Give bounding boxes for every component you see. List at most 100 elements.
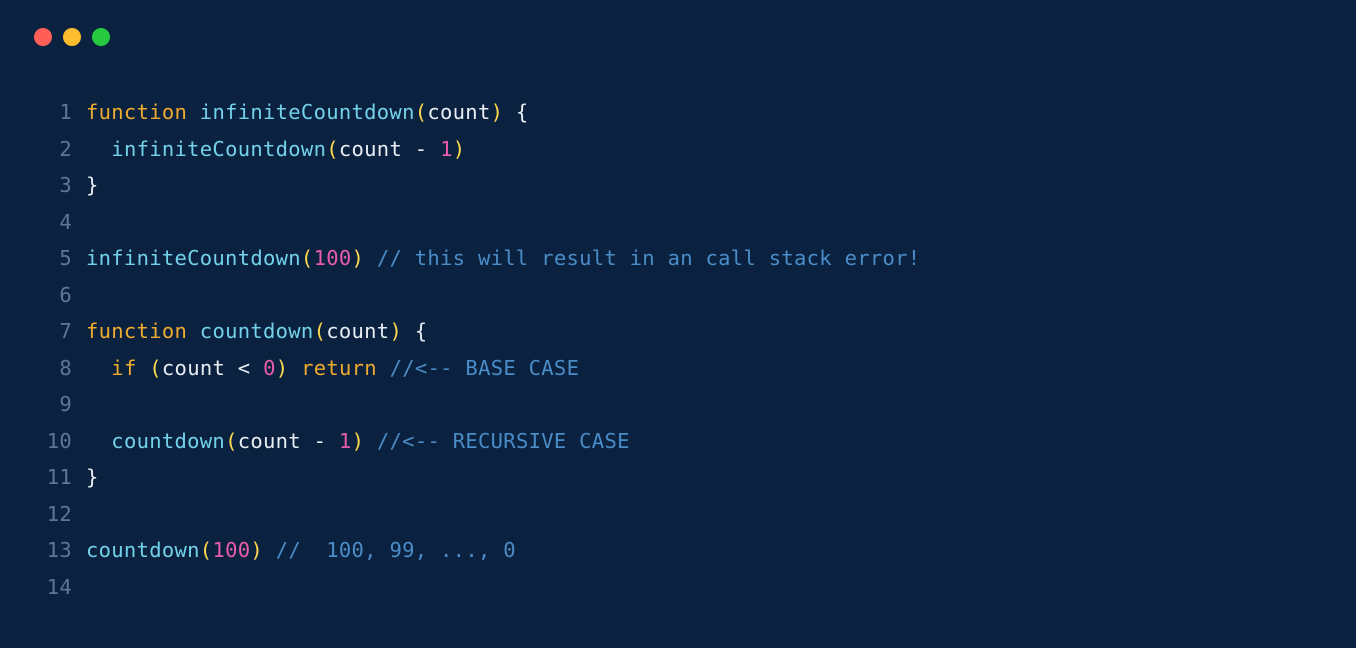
code-token: count: [162, 356, 225, 380]
code-token: [326, 429, 339, 453]
line-number: 2: [40, 131, 86, 168]
code-token: [364, 246, 377, 270]
code-token: [503, 100, 516, 124]
code-line[interactable]: 3}: [40, 167, 1356, 204]
code-token: ): [389, 319, 402, 343]
code-token: [86, 429, 111, 453]
code-token: [402, 319, 415, 343]
code-token: ): [352, 246, 365, 270]
line-number: 12: [40, 496, 86, 533]
code-line[interactable]: 12: [40, 496, 1356, 533]
code-token: [137, 356, 150, 380]
code-token: {: [516, 100, 529, 124]
code-token: [86, 356, 111, 380]
line-number: 6: [40, 277, 86, 314]
code-line[interactable]: 1function infiniteCountdown(count) {: [40, 94, 1356, 131]
code-token: }: [86, 173, 99, 197]
code-token: [427, 137, 440, 161]
code-token: [402, 137, 415, 161]
code-token: (: [301, 246, 314, 270]
line-content: infiniteCountdown(100) // this will resu…: [86, 240, 920, 277]
code-token: countdown: [86, 538, 200, 562]
code-editor[interactable]: 1function infiniteCountdown(count) {2 in…: [0, 46, 1356, 605]
line-content: countdown(100) // 100, 99, ..., 0: [86, 532, 516, 569]
code-token: 0: [263, 356, 276, 380]
code-token: [250, 356, 263, 380]
code-token: ): [250, 538, 263, 562]
code-token: infiniteCountdown: [111, 137, 326, 161]
line-content: }: [86, 167, 99, 204]
code-token: {: [415, 319, 428, 343]
code-token: [225, 356, 238, 380]
code-token: 1: [339, 429, 352, 453]
code-token: // this will result in an call stack err…: [377, 246, 921, 270]
line-number: 5: [40, 240, 86, 277]
code-line[interactable]: 5infiniteCountdown(100) // this will res…: [40, 240, 1356, 277]
window-controls: [0, 0, 1356, 46]
code-line[interactable]: 2 infiniteCountdown(count - 1): [40, 131, 1356, 168]
line-number: 10: [40, 423, 86, 460]
line-number: 11: [40, 459, 86, 496]
code-token: // 100, 99, ..., 0: [276, 538, 516, 562]
code-token: ): [491, 100, 504, 124]
minimize-icon[interactable]: [63, 28, 81, 46]
code-token: return: [301, 356, 377, 380]
line-content: function infiniteCountdown(count) {: [86, 94, 529, 131]
code-token: //<-- RECURSIVE CASE: [377, 429, 630, 453]
code-line[interactable]: 10 countdown(count - 1) //<-- RECURSIVE …: [40, 423, 1356, 460]
code-token: [187, 100, 200, 124]
code-token: ): [453, 137, 466, 161]
code-token: [364, 429, 377, 453]
code-token: -: [314, 429, 327, 453]
code-token: [86, 137, 111, 161]
code-line[interactable]: 8 if (count < 0) return //<-- BASE CASE: [40, 350, 1356, 387]
code-token: count: [326, 319, 389, 343]
code-token: (: [225, 429, 238, 453]
close-icon[interactable]: [34, 28, 52, 46]
line-content: countdown(count - 1) //<-- RECURSIVE CAS…: [86, 423, 630, 460]
line-number: 9: [40, 386, 86, 423]
code-token: [288, 356, 301, 380]
code-token: <: [238, 356, 251, 380]
line-number: 3: [40, 167, 86, 204]
code-token: if: [111, 356, 136, 380]
code-token: 100: [212, 538, 250, 562]
code-token: (: [200, 538, 213, 562]
code-token: [187, 319, 200, 343]
code-token: [301, 429, 314, 453]
code-line[interactable]: 13countdown(100) // 100, 99, ..., 0: [40, 532, 1356, 569]
line-number: 7: [40, 313, 86, 350]
code-token: 100: [314, 246, 352, 270]
maximize-icon[interactable]: [92, 28, 110, 46]
code-token: (: [149, 356, 162, 380]
line-number: 14: [40, 569, 86, 606]
code-token: infiniteCountdown: [200, 100, 415, 124]
code-token: [377, 356, 390, 380]
code-line[interactable]: 7function countdown(count) {: [40, 313, 1356, 350]
line-number: 8: [40, 350, 86, 387]
line-number: 4: [40, 204, 86, 241]
code-token: }: [86, 465, 99, 489]
line-number: 1: [40, 94, 86, 131]
code-token: count: [339, 137, 402, 161]
code-token: function: [86, 319, 187, 343]
code-token: countdown: [200, 319, 314, 343]
code-line[interactable]: 9: [40, 386, 1356, 423]
code-token: infiniteCountdown: [86, 246, 301, 270]
code-token: (: [415, 100, 428, 124]
line-content: function countdown(count) {: [86, 313, 427, 350]
code-token: count: [427, 100, 490, 124]
code-line[interactable]: 14: [40, 569, 1356, 606]
code-token: -: [415, 137, 428, 161]
code-line[interactable]: 6: [40, 277, 1356, 314]
code-line[interactable]: 4: [40, 204, 1356, 241]
code-token: (: [314, 319, 327, 343]
code-token: count: [238, 429, 301, 453]
code-token: ): [352, 429, 365, 453]
code-token: //<-- BASE CASE: [390, 356, 580, 380]
line-content: }: [86, 459, 99, 496]
code-line[interactable]: 11}: [40, 459, 1356, 496]
code-token: countdown: [111, 429, 225, 453]
code-token: ): [276, 356, 289, 380]
code-token: [263, 538, 276, 562]
